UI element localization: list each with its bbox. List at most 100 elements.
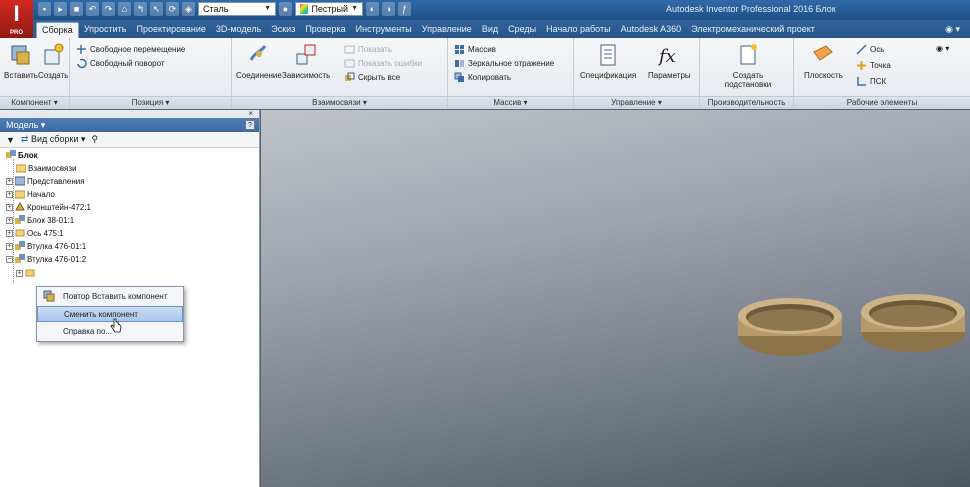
position-panel-footer[interactable]: Позиция ▾ (70, 96, 231, 109)
view-selector[interactable]: ⇄ Вид сборки ▾ (21, 134, 86, 145)
manage-panel-footer[interactable]: Управление ▾ (574, 96, 699, 109)
create-button[interactable]: Создать (38, 42, 68, 80)
expand-icon[interactable]: + (6, 177, 13, 185)
relationships-panel-footer[interactable]: Взаимосвязи ▾ (232, 96, 447, 109)
assembly-icon (6, 150, 16, 158)
part-icon (15, 229, 25, 237)
tree-node-relationships[interactable]: Взаимосвязи (16, 163, 77, 173)
expand-icon[interactable]: + (6, 216, 13, 224)
bom-button[interactable]: Спецификация (580, 42, 636, 80)
component-panel-footer[interactable]: Компонент ▾ (0, 96, 69, 109)
browser-header[interactable]: Модель ▾ ? (0, 118, 259, 132)
joint-button[interactable]: Соединение (236, 42, 282, 80)
hand-cursor-icon (110, 318, 122, 333)
expand-icon[interactable]: + (6, 229, 13, 237)
parameters-button[interactable]: fx Параметры (648, 42, 691, 80)
tree-node-child[interactable]: + (16, 268, 35, 278)
browser-help-icon[interactable]: ? (245, 120, 255, 130)
adjust-icon[interactable]: ◐ (366, 2, 379, 16)
tree-node-bracket[interactable]: + Кронштейн-472:1 (6, 202, 91, 212)
tab-manage[interactable]: Управление (417, 22, 477, 38)
free-rotate-button[interactable]: Свободный поворот (76, 58, 165, 69)
find-icon[interactable]: ⚲ (91, 134, 98, 145)
show-sick-button[interactable]: Показать ошибки (344, 58, 422, 69)
open-icon[interactable]: ▸ (54, 2, 67, 16)
joint-icon (249, 45, 267, 61)
home-icon[interactable]: ⌂ (118, 2, 131, 16)
axis-button[interactable]: Ось (856, 44, 884, 55)
undo-icon[interactable]: ↶ (86, 2, 99, 16)
tab-sketch[interactable]: Эскиз (266, 22, 300, 38)
tree-node-block[interactable]: + Блок 38-01:1 (6, 215, 74, 225)
tab-tools[interactable]: Инструменты (351, 22, 417, 38)
tree-node-assembly[interactable]: Блок (6, 150, 38, 160)
tab-simplify[interactable]: Упростить (79, 22, 132, 38)
pattern-panel-footer[interactable]: Массив ▾ (448, 96, 573, 109)
substitute-icon (740, 44, 757, 65)
chevron-down-icon: ▾ (80, 134, 86, 144)
insert-button[interactable]: Вставить (4, 42, 38, 80)
filter-icon[interactable]: ▼ (6, 135, 15, 145)
tab-assemble[interactable]: Сборка (36, 22, 79, 38)
app-logo-sub: PRO (9, 30, 23, 36)
tree-node-label: Ось 475:1 (27, 228, 64, 238)
plane-button[interactable]: Плоскость (804, 42, 843, 80)
select-icon[interactable]: ↖ (150, 2, 163, 16)
return-icon[interactable]: ↰ (134, 2, 147, 16)
tree-node-axis[interactable]: + Ось 475:1 (6, 228, 64, 238)
new-icon[interactable]: ▪ (38, 2, 51, 16)
menu-item-repeat-place[interactable]: Повтор Вставить компонент (37, 289, 183, 305)
fx-icon[interactable]: ƒ (398, 2, 411, 16)
tree-node-origin[interactable]: + Начало (6, 189, 55, 199)
hide-all-button[interactable]: Скрыть все (344, 72, 400, 83)
tree-node-bushing-1[interactable]: + Втулка 476-01:1 (6, 241, 86, 251)
app-logo-button[interactable]: I PRO (0, 0, 34, 38)
expand-icon[interactable]: + (16, 269, 23, 277)
tree-node-representations[interactable]: + Представления (6, 176, 85, 186)
expand-icon[interactable]: + (6, 203, 13, 211)
material-select[interactable]: Сталь ▼ (198, 2, 276, 16)
appearance-select[interactable]: Пестрый ▼ (295, 2, 363, 16)
tab-3d-model[interactable]: 3D-модель (211, 22, 266, 38)
ribbon-options-icon[interactable]: ◉ ▾ (940, 22, 970, 38)
collapse-icon[interactable]: − (6, 255, 13, 263)
productivity-panel-footer: Производительность (700, 96, 793, 109)
copy-button[interactable]: Копировать (454, 72, 511, 83)
free-move-label: Свободное перемещение (90, 45, 186, 54)
tree-node-bushing-2[interactable]: − Втулка 476-01:2 (6, 254, 86, 264)
save-icon[interactable]: ■ (70, 2, 83, 16)
expand-icon[interactable]: + (6, 242, 13, 250)
bushing-ring-1[interactable] (734, 296, 846, 358)
free-move-button[interactable]: Свободное перемещение (76, 44, 185, 55)
browser-toolbar: ▼ ⇄ Вид сборки ▾ ⚲ (0, 132, 259, 148)
bom-label: Спецификация (580, 71, 637, 80)
point-button[interactable]: Точка (856, 60, 891, 71)
ucs-button[interactable]: ПСК (856, 76, 886, 87)
more-work-features-button[interactable]: ◉ ▾ (936, 44, 949, 53)
browser-close-icon[interactable]: × (0, 110, 259, 118)
pattern-button[interactable]: Массив (454, 44, 496, 55)
tab-design[interactable]: Проектирование (131, 22, 210, 38)
representations-icon (15, 176, 25, 186)
mirror-button[interactable]: Зеркальное отражение (454, 58, 554, 69)
app-logo-letter: I (13, 1, 20, 26)
title-bar: ▪ ▸ ■ ↶ ↷ ⌂ ↰ ↖ ⟳ ◈ Сталь ▼ ● Пестрый ▼ … (0, 0, 970, 20)
axis-label: Ось (870, 45, 885, 54)
redo-icon[interactable]: ↷ (102, 2, 115, 16)
bushing-ring-2[interactable] (857, 292, 969, 354)
tab-electromechanical[interactable]: Электромеханический проект (686, 22, 820, 38)
insert-label: Вставить (4, 71, 38, 80)
tab-get-started[interactable]: Начало работы (541, 22, 615, 38)
create-substitute-button[interactable]: Создать подстановки (718, 42, 778, 89)
mirror-icon (455, 60, 464, 67)
update-icon[interactable]: ⟳ (166, 2, 179, 16)
clear-icon[interactable]: ◑ (382, 2, 395, 16)
tab-inspect[interactable]: Проверка (300, 22, 350, 38)
constrain-button[interactable]: Зависимость (282, 42, 330, 80)
show-button[interactable]: Показать (344, 44, 392, 55)
tab-a360[interactable]: Autodesk A360 (616, 22, 687, 38)
tab-view[interactable]: Вид (477, 22, 503, 38)
expand-icon[interactable]: + (6, 190, 13, 198)
graphics-viewport[interactable] (261, 110, 970, 487)
tab-environments[interactable]: Среды (503, 22, 541, 38)
